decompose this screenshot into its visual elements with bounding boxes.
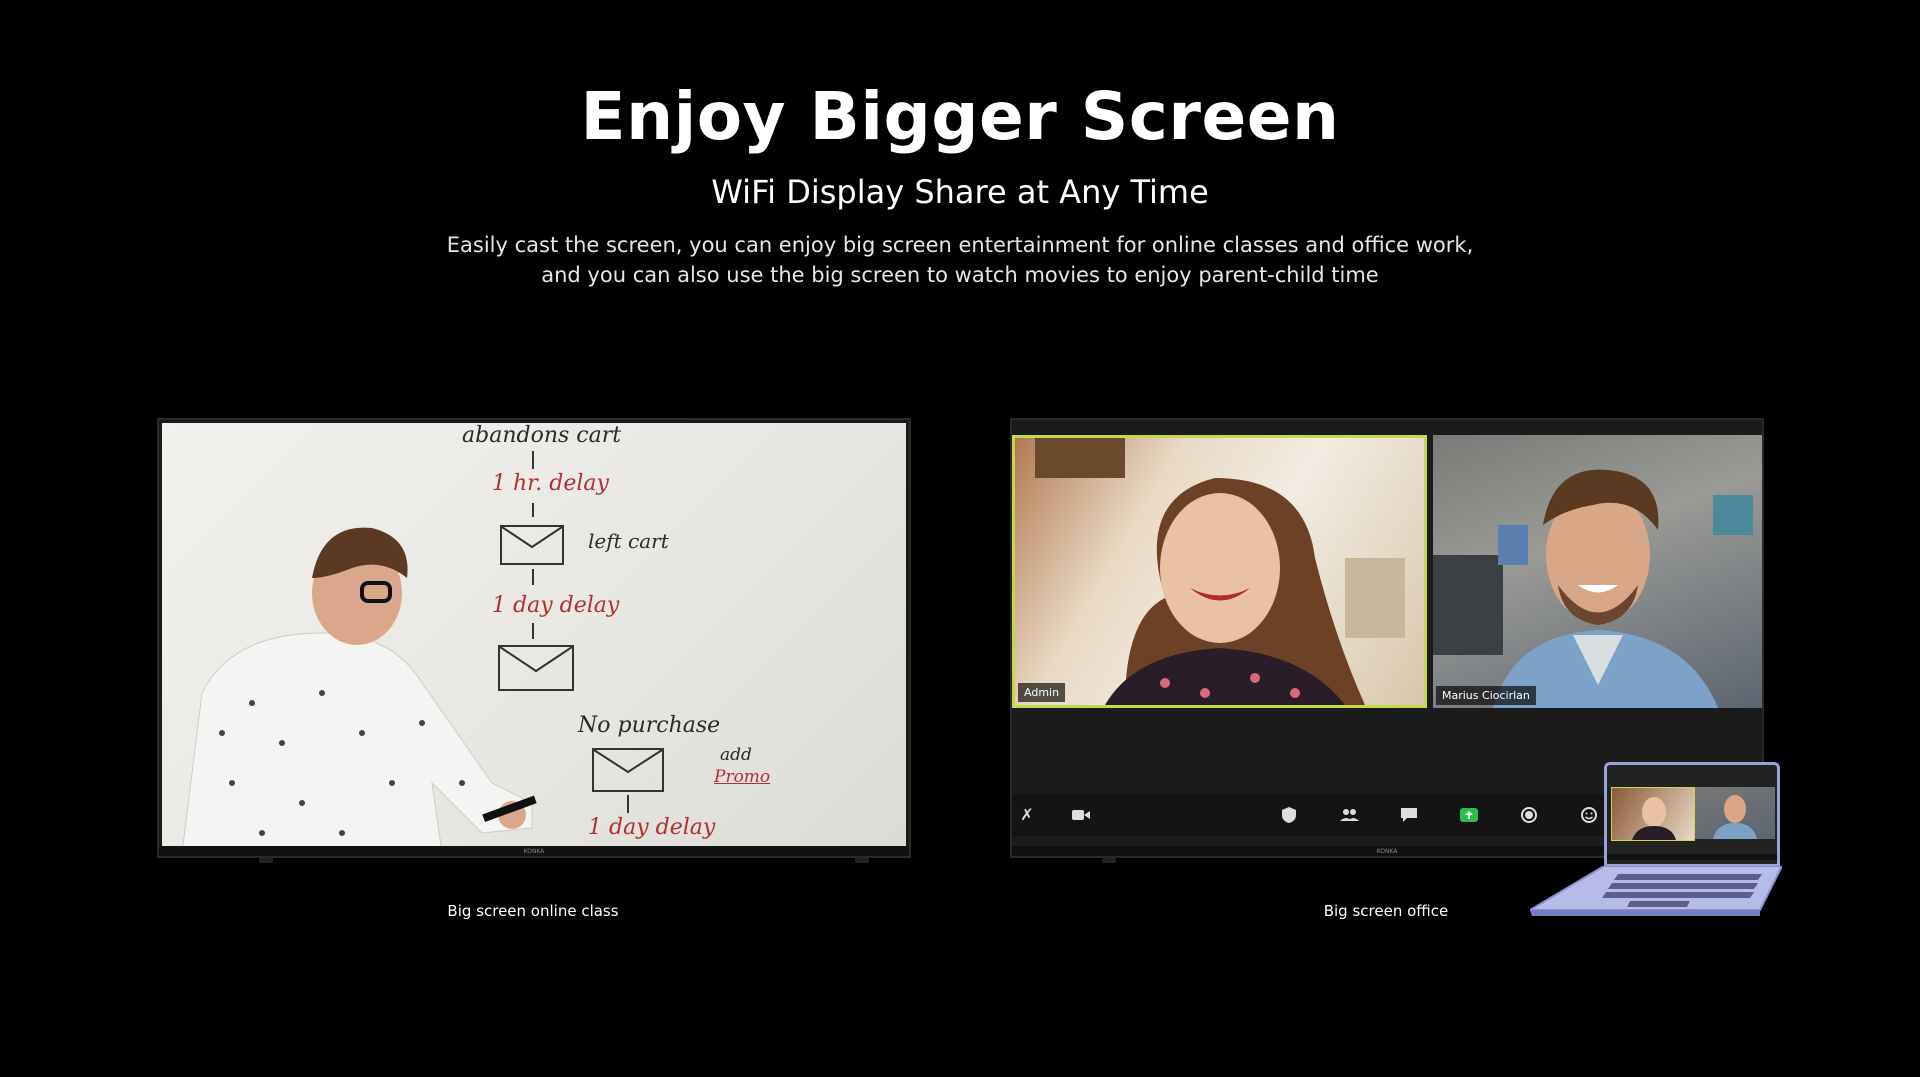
- page-title: Enjoy Bigger Screen: [580, 78, 1340, 155]
- tv-foot: [259, 858, 273, 863]
- participant-name-right: Marius Ciocirlan: [1436, 686, 1536, 705]
- tv-online-class: abandons cart 1 hr. delay left cart 1 da…: [157, 418, 911, 863]
- flow-line: [627, 795, 629, 813]
- shield-icon[interactable]: [1278, 805, 1300, 825]
- participant-name-left: Admin: [1018, 683, 1066, 702]
- laptop-keyboard-base: [1530, 866, 1782, 916]
- tv-foot: [1102, 858, 1116, 863]
- video-tile-active[interactable]: Admin: [1012, 435, 1427, 708]
- brand-logo: KONKA: [1376, 848, 1398, 855]
- whiteboard-scene: abandons cart 1 hr. delay left cart 1 da…: [162, 423, 906, 846]
- laptop-video-tile: [1695, 787, 1775, 839]
- whiteboard-text-5: No purchase: [578, 713, 721, 738]
- mic-icon[interactable]: ✗: [1016, 805, 1038, 825]
- participant-man-video: [1433, 469, 1753, 708]
- teacher-figure: [182, 527, 537, 846]
- laptop-video-tile: [1611, 787, 1695, 841]
- caption-online-class: Big screen online class: [447, 902, 619, 920]
- record-icon[interactable]: [1518, 805, 1540, 825]
- description-line-2: and you can also use the big screen to w…: [541, 263, 1379, 287]
- chat-icon[interactable]: [1398, 805, 1420, 825]
- whiteboard-text-8: 1 day delay: [588, 815, 716, 840]
- reactions-icon[interactable]: [1578, 805, 1600, 825]
- participant-woman-video: [1035, 438, 1405, 705]
- tv-foot: [855, 858, 869, 863]
- laptop-toolbar: [1607, 854, 1777, 860]
- whiteboard-text-1: abandons cart: [462, 423, 622, 448]
- participants-icon[interactable]: [1338, 805, 1360, 825]
- whiteboard-text-3: left cart: [588, 529, 669, 553]
- brand-logo: KONKA: [523, 848, 545, 855]
- whiteboard-text-6: add: [720, 745, 752, 765]
- laptop-screen: [1604, 762, 1780, 867]
- video-tile[interactable]: Marius Ciocirlan: [1433, 435, 1762, 708]
- envelope-icon: [592, 748, 664, 792]
- tv-bezel: KONKA: [159, 846, 909, 856]
- camera-icon[interactable]: [1070, 805, 1092, 825]
- share-screen-icon[interactable]: [1458, 805, 1480, 825]
- whiteboard-text-7: Promo: [714, 767, 771, 787]
- page-description: Easily cast the screen, you can enjoy bi…: [0, 230, 1920, 290]
- page-subtitle: WiFi Display Share at Any Time: [711, 173, 1209, 211]
- caption-office: Big screen office: [1323, 902, 1449, 920]
- description-line-1: Easily cast the screen, you can enjoy bi…: [446, 233, 1474, 257]
- flow-line: [532, 451, 534, 469]
